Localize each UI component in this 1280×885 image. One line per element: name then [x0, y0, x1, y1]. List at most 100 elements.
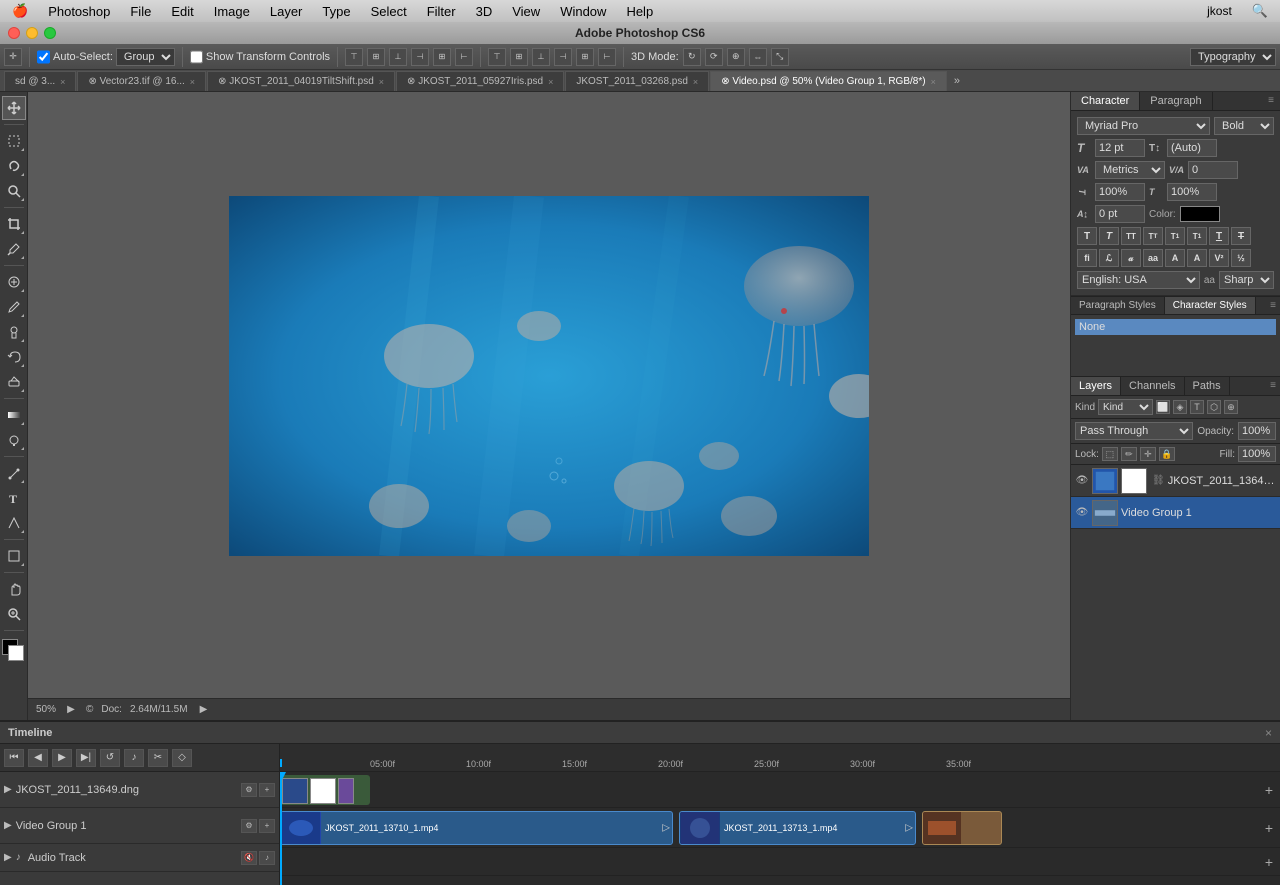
tl-add-group[interactable]: + [259, 819, 275, 833]
kerning-select[interactable]: Metrics Optical 0 [1095, 161, 1165, 179]
opacity-input[interactable] [1238, 422, 1276, 440]
anti-alias-select[interactable]: Sharp Crisp Strong Smooth [1219, 271, 1274, 289]
align-top-icon[interactable]: ⊤ [345, 48, 363, 66]
3d-roll-icon[interactable]: ⟳ [705, 48, 723, 66]
tl-layer-dng[interactable]: ▶ JKOST_2011_13649.dng ⚙ + [0, 772, 279, 808]
hand-tool[interactable] [2, 577, 26, 601]
align-bottom-icon[interactable]: ⊥ [389, 48, 407, 66]
stylistic-btn[interactable]: 𝒶 [1121, 249, 1141, 267]
tab-paths[interactable]: Paths [1185, 377, 1230, 395]
playhead[interactable] [280, 772, 282, 885]
loop-btn[interactable]: ↺ [100, 749, 120, 767]
auto-select-dropdown[interactable]: Group Layer [116, 48, 175, 66]
filter-type-icon[interactable]: T [1190, 400, 1204, 414]
track-add-group[interactable]: + [1262, 821, 1276, 835]
menu-file[interactable]: File [126, 4, 155, 19]
timeline-close-btn[interactable]: × [1265, 726, 1272, 740]
minimize-button[interactable] [26, 27, 38, 39]
tab-paragraph[interactable]: Paragraph [1140, 92, 1212, 110]
crop-tool[interactable] [2, 212, 26, 236]
play-btn[interactable]: ▶ [52, 749, 72, 767]
path-select-tool[interactable] [2, 511, 26, 535]
color-swatch[interactable] [1180, 206, 1220, 222]
subscript-btn[interactable]: T1 [1187, 227, 1207, 245]
none-style-item[interactable]: None [1075, 319, 1276, 335]
tab-close-video[interactable]: × [931, 77, 936, 87]
styles-panel-menu[interactable]: ≡ [1266, 297, 1280, 314]
tl-expand-group[interactable]: ▶ [4, 820, 12, 831]
char-panel-close[interactable]: ≡ [1262, 92, 1280, 110]
auto-select-checkbox[interactable] [37, 48, 50, 66]
tab-close-03268[interactable]: × [693, 77, 698, 87]
font-style-select[interactable]: Bold Regular Italic [1214, 117, 1274, 135]
track-clip-dng[interactable] [280, 775, 370, 805]
superscript-btn[interactable]: T1 [1165, 227, 1185, 245]
tab-close-iris[interactable]: × [548, 77, 553, 87]
tracking-input[interactable] [1188, 161, 1238, 179]
type-tool[interactable]: T [2, 486, 26, 510]
tab-close-sd[interactable]: × [60, 77, 65, 87]
align-vcenter-icon[interactable]: ⊞ [367, 48, 385, 66]
shape-tool[interactable] [2, 544, 26, 568]
layer-item-group[interactable]: 👁 Video Group 1 [1071, 497, 1280, 529]
align-left-icon[interactable]: ⊣ [411, 48, 429, 66]
scale-horizontal-input[interactable] [1167, 183, 1217, 201]
character-styles-tab[interactable]: Character Styles [1165, 297, 1256, 314]
menu-select[interactable]: Select [367, 4, 411, 19]
3d-slide-icon[interactable]: ⇔ [749, 48, 767, 66]
smallcaps-btn[interactable]: TT [1143, 227, 1163, 245]
go-start-btn[interactable]: ⏮ [4, 749, 24, 767]
distrib-bottom-icon[interactable]: ⊥ [532, 48, 550, 66]
fill-input[interactable] [1238, 446, 1276, 462]
language-select[interactable]: English: USA [1077, 271, 1200, 289]
baseline-input[interactable] [1095, 205, 1145, 223]
distrib-right-icon[interactable]: ⊢ [598, 48, 616, 66]
track-clip-2[interactable]: JKOST_2011_13713_1.mp4 ▷ [679, 811, 916, 845]
filter-smart-icon[interactable]: ⊕ [1224, 400, 1238, 414]
fraction-btn[interactable]: ½ [1231, 249, 1251, 267]
tab-close-vector[interactable]: × [190, 77, 195, 87]
tab-tiltshift[interactable]: ⊗ JKOST_2011_04019TiltShift.psd × [207, 71, 395, 91]
3d-scale-icon[interactable]: ⤡ [771, 48, 789, 66]
menu-type[interactable]: Type [318, 4, 354, 19]
filter-kind-select[interactable]: Kind [1098, 399, 1153, 415]
swash-btn[interactable]: ℒ [1099, 249, 1119, 267]
tabs-overflow-btn[interactable]: » [950, 75, 964, 87]
distrib-top-icon[interactable]: ⊤ [488, 48, 506, 66]
filter-shape-icon[interactable]: ⬡ [1207, 400, 1221, 414]
bold-btn[interactable]: T [1077, 227, 1097, 245]
menu-edit[interactable]: Edit [167, 4, 197, 19]
uppercase-btn[interactable]: TT [1121, 227, 1141, 245]
font-name-select[interactable]: Myriad Pro [1077, 117, 1210, 135]
tl-add-audio-btn[interactable]: ♪ [259, 851, 275, 865]
move-tool-icon[interactable]: ✛ [4, 48, 22, 66]
tl-add-dng[interactable]: + [259, 783, 275, 797]
close-button[interactable] [8, 27, 20, 39]
keyframe-btn[interactable]: ◇ [172, 749, 192, 767]
typography-dropdown[interactable]: Typography Essentials Painting [1190, 48, 1276, 66]
menu-view[interactable]: View [508, 4, 544, 19]
align-hcenter-icon[interactable]: ⊞ [433, 48, 451, 66]
show-transform-checkbox[interactable] [190, 48, 203, 66]
background-color[interactable] [8, 645, 24, 661]
next-frame-btn[interactable]: ▶| [76, 749, 96, 767]
distrib-hcenter-icon[interactable]: ⊞ [576, 48, 594, 66]
scale-vertical-input[interactable] [1095, 183, 1145, 201]
move-tool[interactable] [2, 96, 26, 120]
zoom-tool[interactable] [2, 602, 26, 626]
distrib-left-icon[interactable]: ⊣ [554, 48, 572, 66]
tab-layers[interactable]: Layers [1071, 377, 1121, 395]
leading-input[interactable] [1167, 139, 1217, 157]
underline-btn[interactable]: T [1209, 227, 1229, 245]
cut-btn[interactable]: ✂ [148, 749, 168, 767]
track-add-audio[interactable]: + [1262, 855, 1276, 869]
gradient-tool[interactable] [2, 403, 26, 427]
menu-help[interactable]: Help [622, 4, 657, 19]
tl-expand-dng[interactable]: ▶ [4, 784, 12, 795]
layers-panel-menu[interactable]: ≡ [1266, 377, 1280, 395]
tab-close-tiltshift[interactable]: × [379, 77, 384, 87]
layer-visibility-group[interactable]: 👁 [1075, 506, 1089, 520]
layer-item-dng[interactable]: 👁 ⛓ JKOST_2011_13649.dng [1071, 465, 1280, 497]
tab-sd[interactable]: sd @ 3... × [4, 71, 76, 91]
contextual-btn[interactable]: A [1165, 249, 1185, 267]
